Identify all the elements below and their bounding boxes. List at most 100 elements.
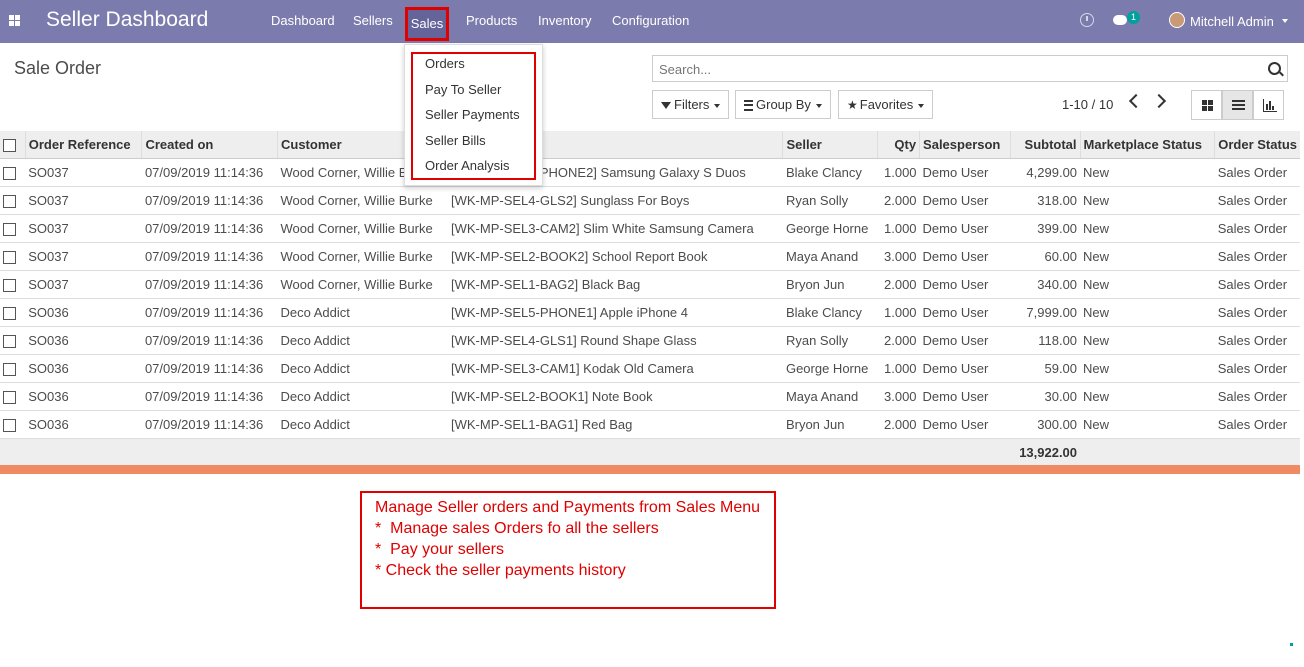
table-cell: 07/09/2019 11:14:36: [141, 242, 278, 271]
table-cell: 30.00: [1010, 382, 1081, 411]
table-cell: Maya Anand: [782, 242, 878, 271]
table-cell: Sales Order: [1214, 242, 1300, 271]
table-cell: Sales Order: [1214, 382, 1300, 411]
row-checkbox[interactable]: [3, 223, 16, 237]
table-row[interactable]: SO036 07/09/2019 11:14:36 Deco Addict [WK-M…: [0, 382, 1300, 411]
column-header[interactable]: Salesperson: [919, 131, 1011, 159]
user-avatar[interactable]: [1169, 12, 1185, 28]
kanban-view-button[interactable]: [1191, 90, 1222, 120]
table-cell: Wood Corner, Willie Burke: [277, 270, 448, 299]
table-cell: Demo User: [919, 214, 1011, 243]
row-select-cell: [0, 410, 26, 439]
row-checkbox[interactable]: [3, 363, 16, 377]
table-cell: 07/09/2019 11:14:36: [141, 298, 278, 327]
table-cell: 07/09/2019 11:14:36: [141, 354, 278, 383]
table-row[interactable]: SO036 07/09/2019 11:14:36 Deco Addict [WK-M…: [0, 354, 1300, 383]
table-cell: SO036: [25, 326, 142, 355]
column-header[interactable]: Qty: [877, 131, 920, 159]
table-cell: New: [1080, 186, 1215, 215]
row-checkbox[interactable]: [3, 167, 16, 181]
favorites-button[interactable]: ★ Favorites: [838, 90, 934, 119]
search-box[interactable]: [652, 55, 1288, 82]
group-by-icon: [744, 100, 753, 112]
search-input[interactable]: [657, 61, 1251, 78]
user-name[interactable]: Mitchell Admin: [1190, 14, 1274, 29]
pager-next-icon[interactable]: [1151, 93, 1167, 109]
table-row[interactable]: SO036 07/09/2019 11:14:36 Deco Addict [WK-M…: [0, 326, 1300, 355]
group-by-button[interactable]: Group By: [735, 90, 831, 119]
dropdown-item-order-analysis[interactable]: Order Analysis: [425, 158, 510, 173]
table-cell: Deco Addict: [277, 326, 448, 355]
table-row[interactable]: SO037 07/09/2019 11:14:36 Wood Corner, Wil…: [0, 158, 1300, 187]
dropdown-item-pay-to-seller[interactable]: Pay To Seller: [425, 82, 501, 97]
table-cell: Sales Order: [1214, 326, 1300, 355]
note-line: * Manage sales Orders fo all the sellers: [375, 520, 659, 537]
annotation-note: Manage Seller orders and Payments from S…: [360, 491, 776, 609]
row-checkbox[interactable]: [3, 307, 16, 321]
column-header[interactable]: Order Status: [1214, 131, 1300, 159]
column-header[interactable]: Marketplace Status: [1079, 131, 1215, 159]
note-line: Manage Seller orders and Payments from S…: [375, 499, 761, 516]
table-cell: [WK-MP-SEL1-BAG1] Red Bag: [448, 410, 783, 439]
row-checkbox[interactable]: [3, 251, 16, 265]
menu-dashboard[interactable]: Dashboard: [271, 13, 335, 28]
table-cell: Wood Corner, Willie Burke: [277, 242, 448, 271]
orders-table: Order Reference Created on Customer Prod…: [0, 131, 1300, 466]
table-row[interactable]: SO036 07/09/2019 11:14:36 Deco Addict [WK-M…: [0, 298, 1300, 327]
select-all-checkbox[interactable]: [3, 139, 16, 153]
table-cell: Bryon Jun: [782, 270, 878, 299]
table-cell: Demo User: [919, 298, 1011, 327]
row-select-cell: [0, 186, 26, 215]
menu-sellers[interactable]: Sellers: [353, 13, 393, 28]
apps-menu-icon[interactable]: [9, 15, 20, 26]
table-row[interactable]: SO037 07/09/2019 11:14:36 Wood Corner, Wil…: [0, 270, 1300, 299]
column-header[interactable]: Seller: [782, 131, 878, 159]
row-checkbox[interactable]: [3, 391, 16, 405]
pager-previous-icon[interactable]: [1128, 93, 1144, 109]
row-checkbox[interactable]: [3, 419, 16, 433]
table-cell: SO036: [25, 410, 142, 439]
sales-dropdown-menu: Orders Pay To Seller Seller Payments Sel…: [404, 44, 543, 186]
filters-button[interactable]: Filters: [652, 90, 730, 119]
table-row[interactable]: SO037 07/09/2019 11:14:36 Wood Corner, Wil…: [0, 214, 1300, 243]
activity-clock-icon[interactable]: [1080, 13, 1094, 27]
list-view-button[interactable]: [1222, 90, 1253, 120]
table-cell: Demo User: [919, 326, 1011, 355]
row-select-cell: [0, 298, 26, 327]
table-cell: Bryon Jun: [782, 410, 878, 439]
menu-products[interactable]: Products: [466, 13, 517, 28]
dropdown-item-seller-payments[interactable]: Seller Payments: [425, 107, 520, 122]
table-row[interactable]: SO036 07/09/2019 11:14:36 Deco Addict [WK-M…: [0, 410, 1300, 439]
graph-view-button[interactable]: [1253, 90, 1284, 120]
pager-value[interactable]: 1-10 / 10: [1062, 97, 1113, 112]
row-select-cell: [0, 326, 26, 355]
menu-configuration[interactable]: Configuration: [612, 13, 689, 28]
table-row[interactable]: SO037 07/09/2019 11:14:36 Wood Corner, Wil…: [0, 242, 1300, 271]
menu-sales[interactable]: Sales: [405, 7, 449, 41]
row-checkbox[interactable]: [3, 195, 16, 209]
table-row[interactable]: SO037 07/09/2019 11:14:36 Wood Corner, Wil…: [0, 186, 1300, 215]
table-cell: 60.00: [1010, 242, 1081, 271]
dropdown-item-seller-bills[interactable]: Seller Bills: [425, 133, 486, 148]
table-cell: Sales Order: [1214, 354, 1300, 383]
table-cell: New: [1080, 298, 1215, 327]
dropdown-item-orders[interactable]: Orders: [425, 56, 465, 71]
table-cell: 2.000: [877, 186, 920, 215]
search-icon[interactable]: [1268, 62, 1281, 75]
table-cell: Ryan Solly: [782, 186, 878, 215]
table-cell: Demo User: [919, 186, 1011, 215]
row-checkbox[interactable]: [3, 335, 16, 349]
column-header[interactable]: Order Reference: [24, 131, 142, 159]
table-cell: [WK-MP-SEL2-BOOK2] School Report Book: [448, 242, 783, 271]
chevron-down-icon[interactable]: [1282, 19, 1288, 23]
star-icon: ★: [847, 98, 858, 112]
column-header[interactable]: Created on: [141, 131, 278, 159]
menu-inventory[interactable]: Inventory: [538, 13, 591, 28]
table-cell: New: [1080, 354, 1215, 383]
row-checkbox[interactable]: [3, 279, 16, 293]
chat-icon[interactable]: [1113, 15, 1127, 25]
table-cell: 2.000: [877, 270, 920, 299]
list-icon: [1232, 100, 1245, 111]
column-header[interactable]: Subtotal: [1009, 131, 1081, 159]
table-cell: 2.000: [877, 410, 920, 439]
